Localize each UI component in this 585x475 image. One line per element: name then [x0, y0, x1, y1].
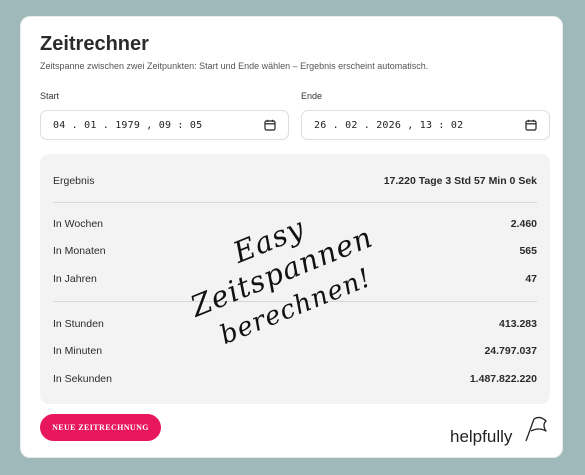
results-panel: Ergebnis 17.220 Tage 3 Std 57 Min 0 Sek … [40, 154, 550, 404]
page-subtitle: Zeitspanne zwischen zwei Zeitpunkten: St… [40, 61, 429, 71]
result-summary-row: Ergebnis 17.220 Tage 3 Std 57 Min 0 Sek [53, 175, 537, 191]
result-value: 2.460 [510, 218, 537, 230]
result-label: In Minuten [53, 345, 103, 357]
result-value: 413.283 [499, 318, 537, 330]
result-label: In Wochen [53, 218, 104, 230]
page-title: Zeitrechner [40, 33, 149, 55]
helpfully-logo: helpfully [450, 413, 550, 449]
logo-text: helpfully [450, 427, 513, 446]
result-row-minutes: In Minuten 24.797.037 [53, 345, 537, 361]
new-calculation-button[interactable]: NEUE ZEITRECHNUNG [40, 414, 161, 441]
calculator-card: Zeitrechner Zeitspanne zwischen zwei Zei… [20, 16, 563, 458]
result-row-years: In Jahren 47 [53, 273, 537, 289]
result-value: 565 [519, 245, 537, 257]
end-datetime-input[interactable]: 26 . 02 . 2026 , 13 : 02 [301, 110, 550, 140]
result-label: In Jahren [53, 273, 97, 285]
start-datetime-value: 04 . 01 . 1979 , 09 : 05 [53, 120, 203, 131]
calendar-icon[interactable] [525, 119, 537, 131]
end-datetime-value: 26 . 02 . 2026 , 13 : 02 [314, 120, 464, 131]
result-value: 24.797.037 [484, 345, 537, 357]
result-row-months: In Monaten 565 [53, 245, 537, 261]
end-label: Ende [301, 91, 323, 101]
result-label: In Monaten [53, 245, 106, 257]
result-row-seconds: In Sekunden 1.487.822.220 [53, 373, 537, 389]
result-value: 1.487.822.220 [469, 373, 537, 385]
start-datetime-input[interactable]: 04 . 01 . 1979 , 09 : 05 [40, 110, 289, 140]
result-label: In Sekunden [53, 373, 112, 385]
result-summary-label: Ergebnis [53, 175, 95, 187]
result-row-hours: In Stunden 413.283 [53, 318, 537, 334]
result-value: 47 [525, 273, 537, 285]
calendar-icon[interactable] [264, 119, 276, 131]
divider [53, 202, 537, 203]
divider [53, 301, 537, 302]
result-row-weeks: In Wochen 2.460 [53, 218, 537, 234]
result-label: In Stunden [53, 318, 104, 330]
result-summary-value: 17.220 Tage 3 Std 57 Min 0 Sek [383, 175, 537, 187]
flag-icon [525, 416, 547, 442]
start-label: Start [40, 91, 60, 101]
